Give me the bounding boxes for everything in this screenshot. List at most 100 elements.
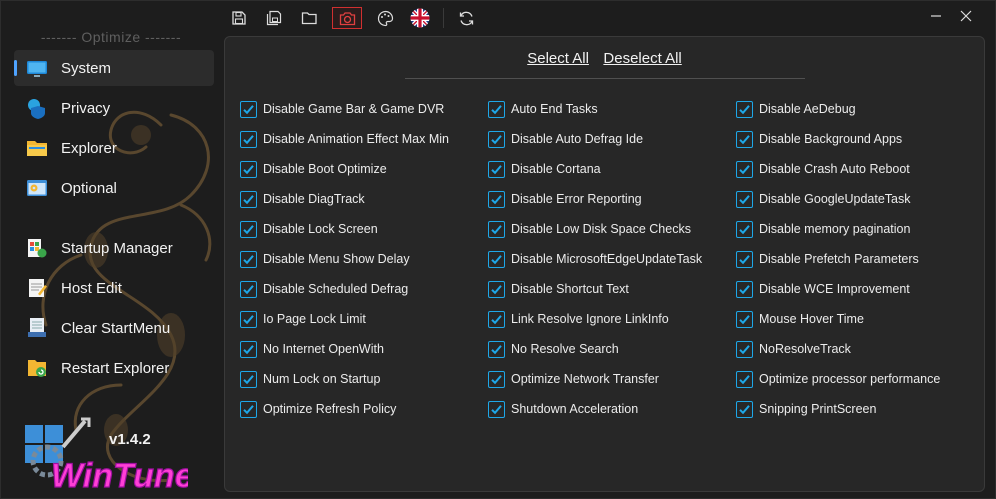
option-checkbox-row[interactable]: Disable Background Apps: [736, 124, 980, 154]
monitor-icon: [27, 61, 47, 77]
option-checkbox-row[interactable]: Disable AeDebug: [736, 94, 980, 124]
checkbox[interactable]: [240, 100, 257, 118]
option-checkbox-row[interactable]: Shutdown Acceleration: [488, 394, 736, 424]
sidebar-item-optional[interactable]: Optional: [14, 170, 214, 206]
option-checkbox-row[interactable]: NoResolveTrack: [736, 334, 980, 364]
option-checkbox-row[interactable]: Disable Error Reporting: [488, 184, 736, 214]
checkbox[interactable]: [488, 370, 505, 388]
options-panel: Select All Deselect All Disable Game Bar…: [224, 36, 985, 492]
uk-flag-icon[interactable]: [408, 7, 432, 29]
checkbox[interactable]: [488, 190, 505, 208]
option-checkbox-row[interactable]: Optimize Refresh Policy: [240, 394, 488, 424]
checkbox[interactable]: [240, 370, 257, 388]
option-checkbox-row[interactable]: Disable Scheduled Defrag: [240, 274, 488, 304]
option-checkbox-row[interactable]: Io Page Lock Limit: [240, 304, 488, 334]
option-label: Disable Animation Effect Max Min: [263, 132, 449, 146]
option-checkbox-row[interactable]: No Resolve Search: [488, 334, 736, 364]
option-checkbox-row[interactable]: Disable memory pagination: [736, 214, 980, 244]
checkbox[interactable]: [736, 340, 753, 358]
sidebar-item-system[interactable]: System: [14, 50, 214, 86]
checkbox[interactable]: [488, 340, 505, 358]
sidebar-item-explorer[interactable]: Explorer: [14, 130, 214, 166]
checkbox[interactable]: [488, 310, 505, 328]
option-checkbox-row[interactable]: Optimize processor performance: [736, 364, 980, 394]
checkbox[interactable]: [240, 190, 257, 208]
minimize-icon[interactable]: [921, 5, 951, 27]
option-checkbox-row[interactable]: Disable Lock Screen: [240, 214, 488, 244]
option-label: Auto End Tasks: [511, 102, 598, 116]
checkbox[interactable]: [736, 190, 753, 208]
sidebar-item-restart-explorer[interactable]: Restart Explorer: [14, 350, 214, 386]
checkbox[interactable]: [488, 250, 505, 268]
checkbox[interactable]: [736, 160, 753, 178]
option-label: Disable Prefetch Parameters: [759, 252, 919, 266]
checkbox[interactable]: [240, 400, 257, 418]
option-checkbox-row[interactable]: Disable WCE Improvement: [736, 274, 980, 304]
option-checkbox-row[interactable]: Disable MicrosoftEdgeUpdateTask: [488, 244, 736, 274]
checkbox[interactable]: [488, 400, 505, 418]
checkbox[interactable]: [736, 100, 753, 118]
option-checkbox-row[interactable]: Disable Low Disk Space Checks: [488, 214, 736, 244]
option-checkbox-row[interactable]: Disable Boot Optimize: [240, 154, 488, 184]
option-checkbox-row[interactable]: Optimize Network Transfer: [488, 364, 736, 394]
startup-manager-icon: [28, 239, 47, 258]
checkbox[interactable]: [488, 130, 505, 148]
checkbox[interactable]: [240, 340, 257, 358]
close-icon[interactable]: [951, 5, 981, 27]
deselect-all-link[interactable]: Deselect All: [603, 50, 681, 67]
sidebar-item-host-edit[interactable]: Host Edit: [14, 270, 214, 306]
checkbox[interactable]: [240, 310, 257, 328]
checkbox[interactable]: [736, 280, 753, 298]
sidebar-item-startup-manager[interactable]: Startup Manager: [14, 230, 214, 266]
checkbox[interactable]: [736, 370, 753, 388]
option-checkbox-row[interactable]: Disable Animation Effect Max Min: [240, 124, 488, 154]
checkbox[interactable]: [736, 130, 753, 148]
checkbox[interactable]: [240, 250, 257, 268]
checkbox[interactable]: [488, 280, 505, 298]
option-checkbox-row[interactable]: Disable DiagTrack: [240, 184, 488, 214]
camera-icon[interactable]: [332, 7, 362, 29]
option-checkbox-row[interactable]: Disable Game Bar & Game DVR: [240, 94, 488, 124]
sidebar-item-label: Restart Explorer: [61, 359, 170, 377]
save-all-icon[interactable]: [262, 7, 286, 29]
folder-icon: [27, 141, 47, 156]
sidebar-item-privacy[interactable]: Privacy: [14, 90, 214, 126]
checkbox[interactable]: [736, 400, 753, 418]
checkbox[interactable]: [488, 220, 505, 238]
palette-icon[interactable]: [373, 7, 397, 29]
option-checkbox-row[interactable]: Disable Menu Show Delay: [240, 244, 488, 274]
option-checkbox-row[interactable]: Disable Cortana: [488, 154, 736, 184]
option-checkbox-row[interactable]: Auto End Tasks: [488, 94, 736, 124]
option-checkbox-row[interactable]: Disable Crash Auto Reboot: [736, 154, 980, 184]
option-checkbox-row[interactable]: Link Resolve Ignore LinkInfo: [488, 304, 736, 334]
option-label: No Resolve Search: [511, 342, 619, 356]
select-all-link[interactable]: Select All: [527, 50, 589, 67]
checkbox[interactable]: [240, 280, 257, 298]
option-checkbox-row[interactable]: Num Lock on Startup: [240, 364, 488, 394]
sidebar-optimize-list: System Privacy Explorer Optional Startup…: [1, 50, 221, 386]
folder-open-icon[interactable]: [297, 7, 321, 29]
save-icon[interactable]: [227, 7, 251, 29]
checkbox[interactable]: [240, 130, 257, 148]
option-label: No Internet OpenWith: [263, 342, 384, 356]
option-label: Io Page Lock Limit: [263, 312, 366, 326]
notepad-icon: [29, 279, 47, 297]
checkbox[interactable]: [736, 310, 753, 328]
option-label: Disable WCE Improvement: [759, 282, 910, 296]
checkbox[interactable]: [240, 220, 257, 238]
checkbox[interactable]: [736, 250, 753, 268]
checkbox[interactable]: [240, 160, 257, 178]
checkbox[interactable]: [488, 160, 505, 178]
option-checkbox-row[interactable]: Mouse Hover Time: [736, 304, 980, 334]
sidebar-item-label: Clear StartMenu: [61, 319, 171, 337]
checkbox[interactable]: [736, 220, 753, 238]
refresh-icon[interactable]: [454, 7, 478, 29]
option-checkbox-row[interactable]: Disable Prefetch Parameters: [736, 244, 980, 274]
checkbox[interactable]: [488, 100, 505, 118]
sidebar-item-clear-startmenu[interactable]: Clear StartMenu: [14, 310, 214, 346]
option-checkbox-row[interactable]: Disable GoogleUpdateTask: [736, 184, 980, 214]
option-checkbox-row[interactable]: Snipping PrintScreen: [736, 394, 980, 424]
option-checkbox-row[interactable]: Disable Auto Defrag Ide: [488, 124, 736, 154]
option-checkbox-row[interactable]: No Internet OpenWith: [240, 334, 488, 364]
option-checkbox-row[interactable]: Disable Shortcut Text: [488, 274, 736, 304]
